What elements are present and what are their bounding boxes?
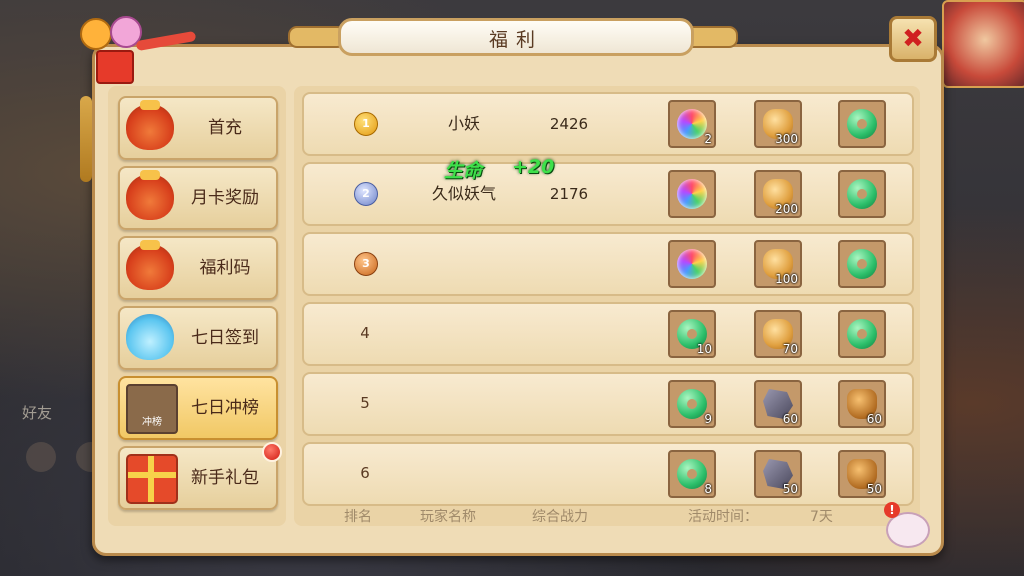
reward-slot[interactable] [668,170,716,218]
red-money-bag-icon [126,240,174,290]
jade-ring-icon [677,389,707,419]
table-row: 4 10 70 [302,302,914,366]
power-header: 综合战力 [532,509,588,525]
list-footer: 排名 玩家名称 综合战力 活动时间： 7天 [294,504,920,528]
sidebar-item-label: 福利码 [199,258,251,278]
sidebar-item-5[interactable]: 新手礼包 [118,442,282,510]
player-power: 2426 [549,115,589,133]
sidebar-item-label: 七日冲榜 [191,398,259,418]
reward-slot[interactable]: 10 [668,310,716,358]
reward-slot[interactable] [668,240,716,288]
activity-time-value: 7天 [810,509,833,525]
jade-ring-icon [847,179,877,209]
reward-quantity: 300 [775,132,798,146]
floating-stat-label: 生命 [444,160,483,182]
rank-number: 4 [360,324,370,342]
ornament-decoration [66,12,206,92]
reward-slot[interactable]: 100 [754,240,802,288]
rainbow-orb-icon [677,179,707,209]
chat-icon[interactable] [26,442,56,472]
sidebar-item-4[interactable]: 冲榜 七日冲榜 [118,376,278,440]
rank-number: 5 [360,394,370,412]
sidebar-item-label: 新手礼包 [191,468,259,488]
red-money-bag-icon [126,100,174,150]
reward-slot[interactable]: 300 [754,100,802,148]
reward-slot[interactable]: 60 [838,380,886,428]
player-name: 小妖 [447,114,480,133]
sidebar-item-label: 首充 [208,118,242,138]
avatar[interactable] [942,0,1024,88]
reward-slot[interactable]: 9 [668,380,716,428]
reward-slot[interactable] [838,240,886,288]
close-button[interactable]: ✖ [889,16,937,62]
rainbow-orb-icon [677,109,707,139]
jade-ring-icon [847,249,877,279]
ribbon-icon [135,30,197,52]
ranking-chest-icon: 冲榜 [126,384,178,434]
rank-medal-icon: 3 [354,252,378,276]
jade-ring-icon [677,459,707,489]
jade-ring-icon [847,319,877,349]
title-banner: 福利 [288,14,738,56]
sidebar-item-label: 七日签到 [191,328,259,348]
gift-box-icon [126,454,178,504]
smiley-face-icon [80,18,112,50]
sidebar: 首充月卡奖励福利码七日签到冲榜 七日冲榜新手礼包 [108,86,286,526]
title-plate: 福利 [338,18,694,56]
reward-slot[interactable]: 70 [754,310,802,358]
table-row: 2 久似妖气 2176 200 [302,162,914,226]
table-row: 6 8 50 50 [302,442,914,506]
reward-quantity: 200 [775,202,798,216]
sidebar-item-label: 月卡奖励 [191,188,259,208]
reward-quantity: 9 [704,412,712,426]
reward-slot[interactable]: 200 [754,170,802,218]
close-icon: ✖ [902,24,924,54]
rank-number: 6 [360,464,370,482]
jade-ring-icon [847,109,877,139]
sidebar-item-3[interactable]: 七日签到 [118,306,278,370]
table-row: 5 9 60 60 [302,372,914,436]
rainbow-orb-icon [677,249,707,279]
reward-quantity: 60 [782,412,798,426]
red-money-bag-icon [126,170,174,220]
table-row: 3 100 [302,232,914,296]
table-row: 1 小妖 2426 2 300 [302,92,914,156]
friends-label: 好友 [22,404,53,422]
reward-slot[interactable]: 50 [754,450,802,498]
reward-slot[interactable]: 2 [668,100,716,148]
alert-icon: ! [884,502,900,518]
sidebar-item-2[interactable]: 福利码 [118,236,278,300]
reward-slot[interactable] [838,100,886,148]
reward-quantity: 100 [775,272,798,286]
reward-quantity: 2 [704,132,712,146]
sidebar-item-0[interactable]: 首充 [118,96,278,160]
page-title: 福利 [488,29,543,51]
rank-medal-icon: 1 [354,112,378,136]
icon-caption: 冲榜 [142,417,162,428]
notification-dot-icon [262,442,282,462]
rank-medal-icon: 2 [354,182,378,206]
ranking-list: 1 小妖 2426 2 300 2 久似妖气 2176 200 3 100 4 10 70 5 9 60 60 6 8… [294,86,920,526]
reward-quantity: 70 [782,342,798,356]
floating-stat-value: +20 [512,156,555,178]
name-header: 玩家名称 [420,509,476,525]
reward-quantity: 8 [704,482,712,496]
reward-quantity: 50 [866,482,882,496]
blue-money-bag-icon [126,314,174,360]
reward-quantity: 50 [782,482,798,496]
rank-header: 排名 [344,509,372,525]
reward-slot[interactable]: 8 [668,450,716,498]
mascot-notification[interactable]: ! [872,500,938,548]
reward-slot[interactable] [838,170,886,218]
activity-time-label: 活动时间： [688,509,758,525]
reward-slot[interactable]: 50 [838,450,886,498]
reward-slot[interactable]: 60 [754,380,802,428]
tassel-icon [80,96,92,182]
gift-box-icon [96,50,134,84]
reward-quantity: 60 [866,412,882,426]
sidebar-item-1[interactable]: 月卡奖励 [118,166,278,230]
reward-slot[interactable] [838,310,886,358]
reward-quantity: 10 [696,342,712,356]
